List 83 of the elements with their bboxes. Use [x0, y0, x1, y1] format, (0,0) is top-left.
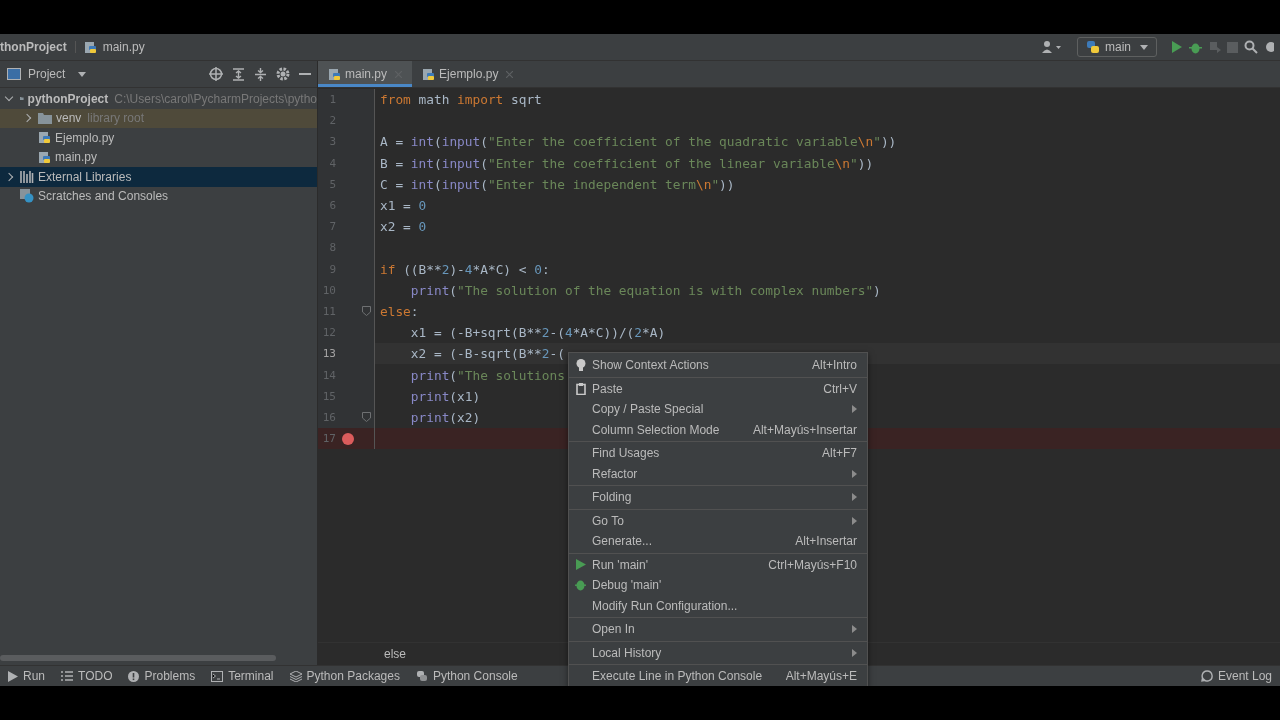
python-file-icon	[38, 150, 51, 164]
tool-window-button[interactable]: TODO	[53, 669, 121, 683]
python-icon	[415, 670, 428, 682]
collapse-all-icon[interactable]	[254, 67, 267, 81]
user-icon[interactable]	[1041, 40, 1063, 54]
menu-item[interactable]: Go To	[569, 510, 867, 531]
menu-item[interactable]: Run 'main' Ctrl+Mayús+F10	[569, 554, 867, 575]
list-icon	[61, 671, 73, 681]
menu-item[interactable]: Folding	[569, 487, 867, 508]
event-log-button[interactable]: Event Log	[1192, 669, 1280, 683]
library-icon	[20, 170, 34, 183]
panel-title[interactable]: Project	[28, 67, 66, 81]
breadcrumb-item[interactable]: else	[384, 647, 406, 661]
menu-item[interactable]: Show Context Actions Alt+Intro	[569, 355, 867, 376]
code-line: else:	[379, 303, 419, 319]
run-icon	[8, 670, 18, 682]
code-line: print(x1)	[409, 388, 481, 404]
search-icon[interactable]	[1244, 40, 1258, 54]
code-line: if ((B**2)-4*A*C) < 0:	[379, 261, 550, 277]
tree-item[interactable]: venv library root	[0, 108, 317, 128]
menu-item[interactable]: Find Usages Alt+F7	[569, 443, 867, 464]
expand-all-icon[interactable]	[232, 67, 245, 81]
code-line: print("The solution of the equation is with complex numbers")	[409, 282, 881, 298]
fold-marker-icon[interactable]	[361, 306, 371, 317]
fold-marker-icon[interactable]	[361, 412, 371, 423]
bug-icon	[575, 579, 586, 592]
tree-item[interactable]: External Libraries	[0, 167, 317, 187]
panel-icon	[7, 68, 21, 80]
line-number: 13	[321, 347, 336, 361]
dropdown-caret-icon[interactable]	[78, 71, 87, 77]
breakpoint-icon[interactable]	[342, 432, 354, 445]
folder-icon	[38, 112, 52, 124]
tree-item[interactable]: Scratches and Consoles	[0, 186, 317, 206]
scratch-icon	[20, 189, 34, 204]
warning-icon	[128, 670, 140, 682]
menu-item[interactable]: Execute Line in Python Console Alt+Mayús+E	[569, 666, 867, 686]
python-file-icon	[328, 67, 341, 81]
editor-tab[interactable]: main.py	[318, 61, 413, 87]
python-icon	[1086, 40, 1100, 54]
lightbulb-icon	[575, 358, 586, 372]
code-line: x1 = 0	[379, 198, 427, 214]
code-line: A = int(input("Enter the coefficient of the quadratic variable\n"))	[379, 134, 897, 150]
terminal-icon	[211, 670, 224, 682]
code-line: x1 = (-B+sqrt(B**2-(4*A*C))/(2*A)	[409, 325, 666, 341]
tool-window-button[interactable]: Python Console	[407, 669, 526, 683]
menu-item[interactable]: Generate... Alt+Insertar	[569, 531, 867, 552]
code-line: from math import sqrt	[379, 92, 542, 108]
line-number: 17	[321, 432, 336, 446]
editor-tab[interactable]: Ejemplo.py	[412, 61, 524, 87]
tree-item[interactable]: main.py	[0, 147, 317, 167]
tool-window-button[interactable]: Python Packages	[281, 669, 408, 683]
python-file-icon	[38, 131, 51, 145]
menu-item[interactable]: Copy / Paste Special	[569, 399, 867, 420]
python-file-icon	[83, 40, 97, 54]
clipboard-icon	[575, 382, 586, 395]
crosshair-icon[interactable]	[209, 67, 223, 81]
menu-item[interactable]: Column Selection Mode Alt+Mayús+Insertar	[569, 419, 867, 440]
menu-item[interactable]: Refactor	[569, 463, 867, 484]
run-icon[interactable]	[1171, 41, 1183, 53]
scrollbar[interactable]	[0, 655, 276, 661]
breadcrumb-item[interactable]: main.py	[102, 40, 145, 54]
code-line: B = int(input("Enter the coefficient of the linear variable\n"))	[379, 155, 874, 171]
menu-item[interactable]: Paste Ctrl+V	[569, 378, 867, 399]
code-line: x2 = (-B-sqrt(B**2-(	[409, 346, 565, 362]
menu-item[interactable]: Local History	[569, 642, 867, 663]
tree-item[interactable]: pythonProject C:\Users\carol\PycharmProjects\pytho	[0, 89, 317, 109]
menu-item[interactable]: Modify Run Configuration...	[569, 595, 867, 616]
code-line: x2 = 0	[379, 219, 427, 235]
tool-window-button[interactable]: Run	[0, 669, 53, 683]
tool-window-button[interactable]: Problems	[120, 669, 204, 683]
code-line: print(x2)	[409, 409, 481, 425]
tree-item[interactable]: Ejemplo.py	[0, 128, 317, 148]
run-configuration-dropdown[interactable]: main	[1077, 37, 1157, 57]
run-icon	[575, 559, 586, 571]
menu-item[interactable]: Open In	[569, 619, 867, 640]
tool-window-button[interactable]: Terminal	[203, 669, 282, 683]
code-line: C = int(input("Enter the independent term\n"))	[379, 176, 735, 192]
breadcrumb-item[interactable]: thonProject	[0, 40, 67, 54]
layers-icon	[289, 670, 302, 682]
python-file-icon	[422, 67, 436, 81]
code-line: print("The solutions	[409, 367, 565, 383]
menu-item[interactable]: Debug 'main'	[569, 575, 867, 596]
speech-bubble-icon	[1200, 670, 1213, 682]
